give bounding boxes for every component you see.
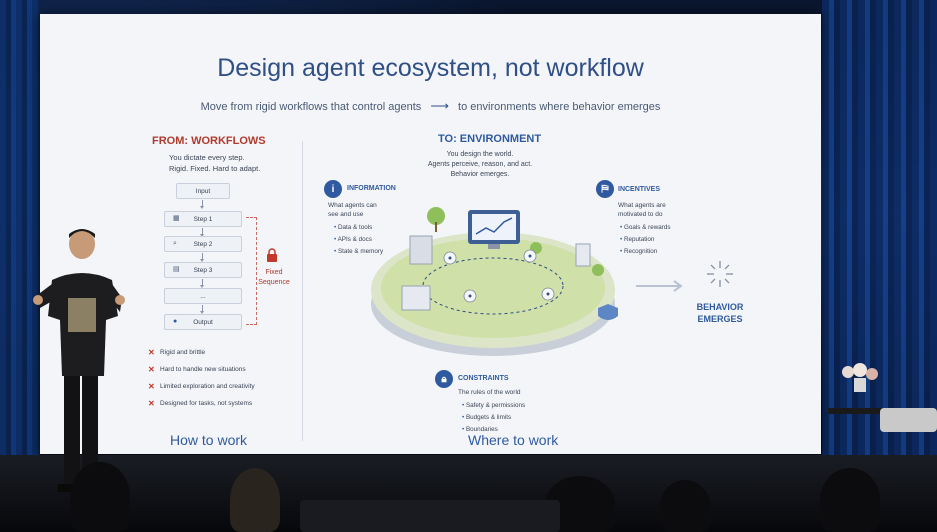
stage-sofa	[880, 408, 937, 432]
from-line-1: You dictate every step.	[169, 153, 245, 162]
step-label: Input	[195, 187, 211, 195]
bullet-text: Designed for tasks, not systems	[160, 400, 253, 407]
to-line-3: Behavior emerges.	[450, 171, 510, 178]
slide-subtitle: Move from rigid workflows that control a…	[40, 98, 821, 114]
audience-member	[230, 468, 280, 532]
behavior-emerges-label: BEHAVIOR EMERGES	[680, 301, 760, 325]
flow-arrow	[200, 228, 204, 237]
information-list: Data & tools APIs & docs State & memory	[334, 222, 384, 258]
cross-icon: ✕	[148, 365, 155, 374]
workflow-step-output: ● Output	[164, 314, 242, 330]
check-circle-icon: ●	[173, 318, 178, 325]
side-table	[828, 408, 888, 414]
incentives-desc-1: What agents are	[618, 202, 666, 209]
bullet-text: Rigid and brittle	[160, 349, 206, 356]
cross-icon: ✕	[148, 348, 155, 357]
list-item: ✕ Limited exploration and creativity	[148, 378, 255, 395]
slide-title: Design agent ecosystem, not workflow	[217, 54, 644, 82]
step-label: ...	[200, 292, 206, 300]
step-label: Output	[193, 318, 213, 326]
information-desc-1: What agents can	[328, 202, 377, 209]
grid-icon: ▦	[173, 215, 180, 222]
flow-arrow	[200, 200, 204, 209]
audience-member	[70, 462, 130, 532]
arrow-right-icon: ⟶	[430, 98, 449, 113]
to-description: You design the world. Agents perceive, r…	[420, 150, 540, 180]
projection-screen: Design agent ecosystem, not workflow Mov…	[40, 14, 821, 454]
workflow-step-2: ⌕ Step 2	[164, 236, 242, 252]
section-divider	[302, 141, 303, 441]
workflow-step-ellipsis: ...	[164, 288, 242, 304]
gift-icon: ⛿	[596, 180, 614, 198]
emerges-line-1: BEHAVIOR	[696, 302, 744, 312]
how-to-work-caption: How to work	[170, 432, 248, 448]
magnifier-icon: ⌕	[173, 240, 177, 247]
fixed-line-2: Sequence	[258, 279, 290, 286]
fixed-line-1: Fixed	[265, 269, 283, 276]
list-item: Recognition	[620, 246, 671, 258]
constraints-description: The rules of the world	[458, 389, 521, 396]
incentives-heading: INCENTIVES	[618, 186, 661, 193]
stage-monitor	[300, 500, 560, 532]
sparkle-icon	[707, 261, 733, 287]
incentives-desc-2: motivated to do	[618, 211, 663, 218]
workflow-step-3: ▤ Step 3	[164, 262, 242, 278]
document-icon: ▤	[173, 266, 180, 273]
emerges-line-2: EMERGES	[697, 314, 743, 324]
from-title: FROM: WORKFLOWS	[152, 135, 266, 147]
where-to-work-caption: Where to work	[468, 432, 559, 448]
information-heading: INFORMATION	[347, 185, 396, 192]
environment-island-illustration	[371, 207, 618, 356]
incentives-list: Goals & rewards Reputation Recognition	[620, 222, 671, 258]
subtitle-right: to environments where behavior emerges	[458, 101, 661, 113]
audience-member	[660, 480, 710, 532]
to-line-1: You design the world.	[446, 151, 514, 158]
constraints-heading: CONSTRAINTS	[458, 375, 509, 382]
constraints-list: Safety & permissions Budgets & limits Bo…	[462, 400, 525, 436]
workflow-step-1: ▦ Step 1	[164, 211, 242, 227]
to-title: TO: ENVIRONMENT	[438, 133, 542, 145]
bullet-text: Limited exploration and creativity	[160, 383, 255, 390]
from-description: You dictate every step. Rigid. Fixed. Ha…	[140, 152, 310, 174]
list-item: State & memory	[334, 246, 383, 258]
information-description: What agents can see and use	[328, 201, 377, 219]
emerge-arrow-icon	[636, 280, 683, 292]
lock-icon	[267, 248, 277, 262]
audience-member	[820, 468, 880, 532]
list-item: Reputation	[620, 234, 671, 246]
bullet-text: Hard to handle new situations	[160, 366, 246, 373]
cross-icon: ✕	[148, 399, 155, 408]
flow-arrow	[200, 305, 204, 314]
workflow-drawbacks-list: ✕ Rigid and brittle ✕ Hard to handle new s…	[148, 344, 255, 412]
list-item: ✕ Rigid and brittle	[148, 344, 255, 361]
info-icon: i	[324, 180, 342, 198]
flower-arrangement	[842, 363, 878, 392]
list-item: APIs & docs	[334, 234, 383, 246]
incentives-description: What agents are motivated to do	[618, 201, 666, 219]
workflow-step-input: Input	[176, 183, 230, 199]
list-item: Data & tools	[334, 222, 383, 234]
list-item: ✕ Designed for tasks, not systems	[148, 395, 255, 412]
flow-arrow	[200, 253, 204, 262]
cross-icon: ✕	[148, 382, 155, 391]
list-item: Safety & permissions	[462, 400, 525, 412]
list-item: ✕ Hard to handle new situations	[148, 361, 255, 378]
curtain-right	[822, 0, 937, 470]
step-label: Step 1	[193, 215, 213, 223]
information-desc-2: see and use	[328, 211, 364, 218]
fixed-sequence-label: Fixed Sequence	[252, 268, 296, 288]
to-line-2: Agents perceive, reason, and act.	[427, 161, 533, 168]
list-item: Goals & rewards	[620, 222, 671, 234]
subtitle-left: Move from rigid workflows that control a…	[200, 101, 422, 113]
step-label: Step 2	[193, 240, 213, 248]
flow-arrow	[200, 279, 204, 288]
list-item: Budgets & limits	[462, 412, 525, 424]
from-line-2: Rigid. Fixed. Hard to adapt.	[169, 164, 261, 173]
lock-icon: 🔒︎	[435, 370, 453, 388]
step-label: Step 3	[193, 266, 213, 274]
